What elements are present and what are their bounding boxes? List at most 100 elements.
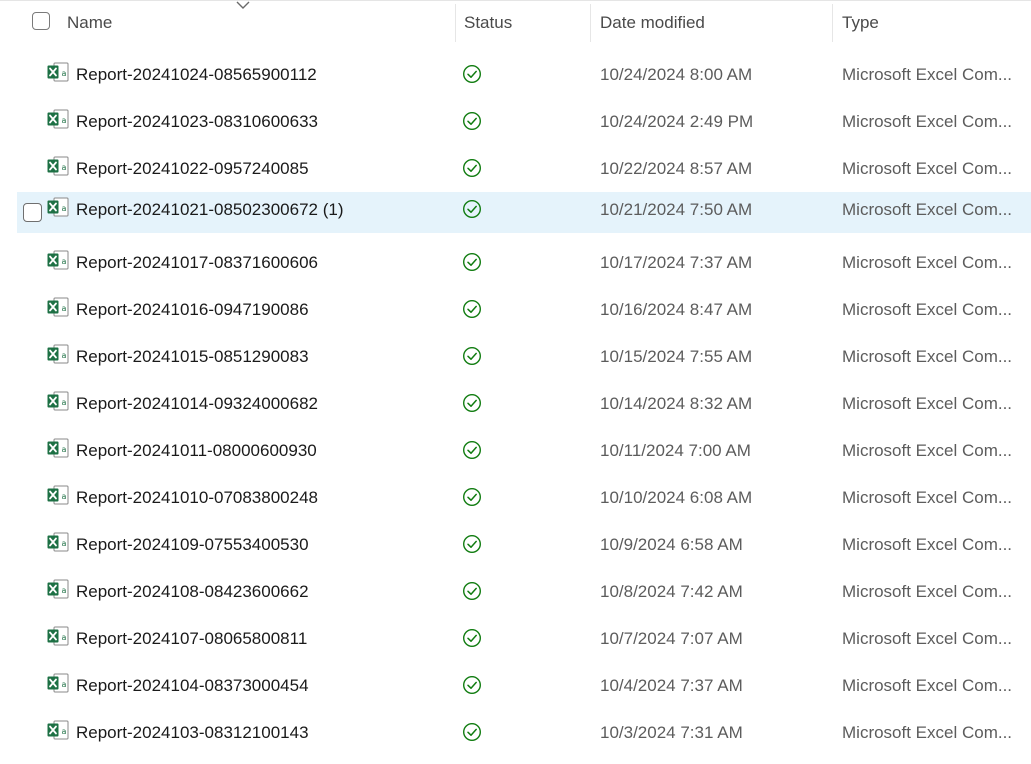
file-name[interactable]: Report-20241010-07083800248 bbox=[76, 474, 318, 521]
excel-file-icon: a bbox=[47, 626, 69, 646]
excel-file-icon: a bbox=[47, 197, 69, 217]
file-type: Microsoft Excel Com... bbox=[842, 112, 1013, 131]
file-type: Microsoft Excel Com... bbox=[842, 200, 1013, 219]
synced-check-icon bbox=[462, 440, 482, 460]
file-type: Microsoft Excel Com... bbox=[842, 488, 1013, 507]
column-header-status[interactable]: Status bbox=[464, 0, 512, 46]
excel-file-icon: a bbox=[47, 109, 69, 129]
file-date-modified: 10/21/2024 7:50 AM bbox=[600, 200, 753, 219]
file-row[interactable]: a Report-2024108-08423600662 10/8/2024 7… bbox=[0, 568, 1031, 615]
synced-check-icon bbox=[462, 722, 482, 742]
excel-file-icon: a bbox=[47, 250, 69, 270]
excel-file-icon: a bbox=[47, 532, 69, 552]
file-name[interactable]: Report-20241015-0851290083 bbox=[76, 333, 309, 380]
file-row[interactable]: a Report-20241011-08000600930 10/11/2024… bbox=[0, 427, 1031, 474]
svg-text:a: a bbox=[62, 539, 67, 548]
file-date-modified: 10/11/2024 7:00 AM bbox=[600, 441, 751, 460]
file-date-modified: 10/10/2024 6:08 AM bbox=[600, 488, 753, 507]
file-type: Microsoft Excel Com... bbox=[842, 65, 1013, 84]
file-row[interactable]: a Report-20241021-08502300672 (1) 10/21/… bbox=[0, 192, 1031, 239]
svg-text:a: a bbox=[62, 727, 67, 736]
excel-file-icon: a bbox=[47, 62, 69, 82]
synced-check-icon bbox=[462, 111, 482, 131]
file-date-modified: 10/7/2024 7:07 AM bbox=[600, 629, 743, 648]
synced-check-icon bbox=[462, 299, 482, 319]
file-name[interactable]: Report-20241021-08502300672 (1) bbox=[76, 186, 343, 233]
column-divider[interactable] bbox=[590, 4, 591, 42]
file-row[interactable]: a Report-2024103-08312100143 10/3/2024 7… bbox=[0, 709, 1031, 756]
excel-file-icon: a bbox=[47, 297, 69, 317]
svg-text:a: a bbox=[62, 445, 67, 454]
chevron-down-icon[interactable] bbox=[236, 0, 250, 10]
file-name[interactable]: Report-20241014-09324000682 bbox=[76, 380, 318, 427]
file-name[interactable]: Report-2024103-08312100143 bbox=[76, 709, 309, 756]
file-date-modified: 10/24/2024 2:49 PM bbox=[600, 112, 754, 131]
synced-check-icon bbox=[462, 346, 482, 366]
column-header-name[interactable]: Name bbox=[67, 0, 112, 46]
synced-check-icon bbox=[462, 534, 482, 554]
file-date-modified: 10/16/2024 8:47 AM bbox=[600, 300, 753, 319]
column-header-date-modified[interactable]: Date modified bbox=[600, 0, 705, 46]
file-row[interactable]: a Report-20241010-07083800248 10/10/2024… bbox=[0, 474, 1031, 521]
svg-text:a: a bbox=[62, 204, 67, 213]
file-date-modified: 10/15/2024 7:55 AM bbox=[600, 347, 753, 366]
synced-check-icon bbox=[462, 581, 482, 601]
file-name[interactable]: Report-20241023-08310600633 bbox=[76, 98, 318, 145]
file-date-modified: 10/9/2024 6:58 AM bbox=[600, 535, 743, 554]
column-divider[interactable] bbox=[832, 4, 833, 42]
file-name[interactable]: Report-2024107-08065800811 bbox=[76, 615, 307, 662]
file-row[interactable]: a Report-2024104-08373000454 10/4/2024 7… bbox=[0, 662, 1031, 709]
file-name[interactable]: Report-20241016-0947190086 bbox=[76, 286, 309, 333]
file-row[interactable]: a Report-2024109-07553400530 10/9/2024 6… bbox=[0, 521, 1031, 568]
file-row[interactable]: a Report-20241015-0851290083 10/15/2024 … bbox=[0, 333, 1031, 380]
svg-text:a: a bbox=[62, 633, 67, 642]
file-name[interactable]: Report-2024108-08423600662 bbox=[76, 568, 309, 615]
file-name[interactable]: Report-20241022-0957240085 bbox=[76, 145, 309, 192]
synced-check-icon bbox=[462, 487, 482, 507]
excel-file-icon: a bbox=[47, 673, 69, 693]
file-type: Microsoft Excel Com... bbox=[842, 347, 1013, 366]
synced-check-icon bbox=[462, 252, 482, 272]
excel-file-icon: a bbox=[47, 579, 69, 599]
file-row[interactable]: a Report-2024107-08065800811 10/7/2024 7… bbox=[0, 615, 1031, 662]
svg-text:a: a bbox=[62, 680, 67, 689]
excel-file-icon: a bbox=[47, 720, 69, 740]
select-all-checkbox[interactable] bbox=[32, 12, 50, 30]
file-name[interactable]: Report-2024104-08373000454 bbox=[76, 662, 309, 709]
svg-text:a: a bbox=[62, 351, 67, 360]
file-name[interactable]: Report-2024109-07553400530 bbox=[76, 521, 309, 568]
file-date-modified: 10/8/2024 7:42 AM bbox=[600, 582, 743, 601]
file-type: Microsoft Excel Com... bbox=[842, 300, 1013, 319]
excel-file-icon: a bbox=[47, 391, 69, 411]
file-list: a Report-20241024-08565900112 10/24/2024… bbox=[0, 51, 1031, 756]
svg-text:a: a bbox=[62, 586, 67, 595]
file-row[interactable]: a Report-20241017-08371600606 10/17/2024… bbox=[0, 239, 1031, 286]
excel-file-icon: a bbox=[47, 485, 69, 505]
column-divider[interactable] bbox=[455, 4, 456, 42]
column-header-type[interactable]: Type bbox=[842, 0, 879, 46]
file-type: Microsoft Excel Com... bbox=[842, 629, 1013, 648]
file-row[interactable]: a Report-20241016-0947190086 10/16/2024 … bbox=[0, 286, 1031, 333]
svg-text:a: a bbox=[62, 69, 67, 78]
file-type: Microsoft Excel Com... bbox=[842, 535, 1013, 554]
file-row[interactable]: a Report-20241023-08310600633 10/24/2024… bbox=[0, 98, 1031, 145]
file-name[interactable]: Report-20241024-08565900112 bbox=[76, 51, 317, 98]
file-date-modified: 10/14/2024 8:32 AM bbox=[600, 394, 753, 413]
svg-text:a: a bbox=[62, 163, 67, 172]
file-row[interactable]: a Report-20241022-0957240085 10/22/2024 … bbox=[0, 145, 1031, 192]
file-type: Microsoft Excel Com... bbox=[842, 676, 1013, 695]
row-checkbox[interactable] bbox=[23, 203, 42, 222]
svg-text:a: a bbox=[62, 492, 67, 501]
file-type: Microsoft Excel Com... bbox=[842, 394, 1013, 413]
column-header-row: Name Status Date modified Type bbox=[0, 0, 1031, 46]
file-date-modified: 10/3/2024 7:31 AM bbox=[600, 723, 743, 742]
file-name[interactable]: Report-20241017-08371600606 bbox=[76, 239, 318, 286]
file-type: Microsoft Excel Com... bbox=[842, 159, 1013, 178]
file-date-modified: 10/17/2024 7:37 AM bbox=[600, 253, 753, 272]
svg-text:a: a bbox=[62, 116, 67, 125]
file-row[interactable]: a Report-20241024-08565900112 10/24/2024… bbox=[0, 51, 1031, 98]
file-date-modified: 10/4/2024 7:37 AM bbox=[600, 676, 743, 695]
file-name[interactable]: Report-20241011-08000600930 bbox=[76, 427, 317, 474]
excel-file-icon: a bbox=[47, 156, 69, 176]
file-row[interactable]: a Report-20241014-09324000682 10/14/2024… bbox=[0, 380, 1031, 427]
